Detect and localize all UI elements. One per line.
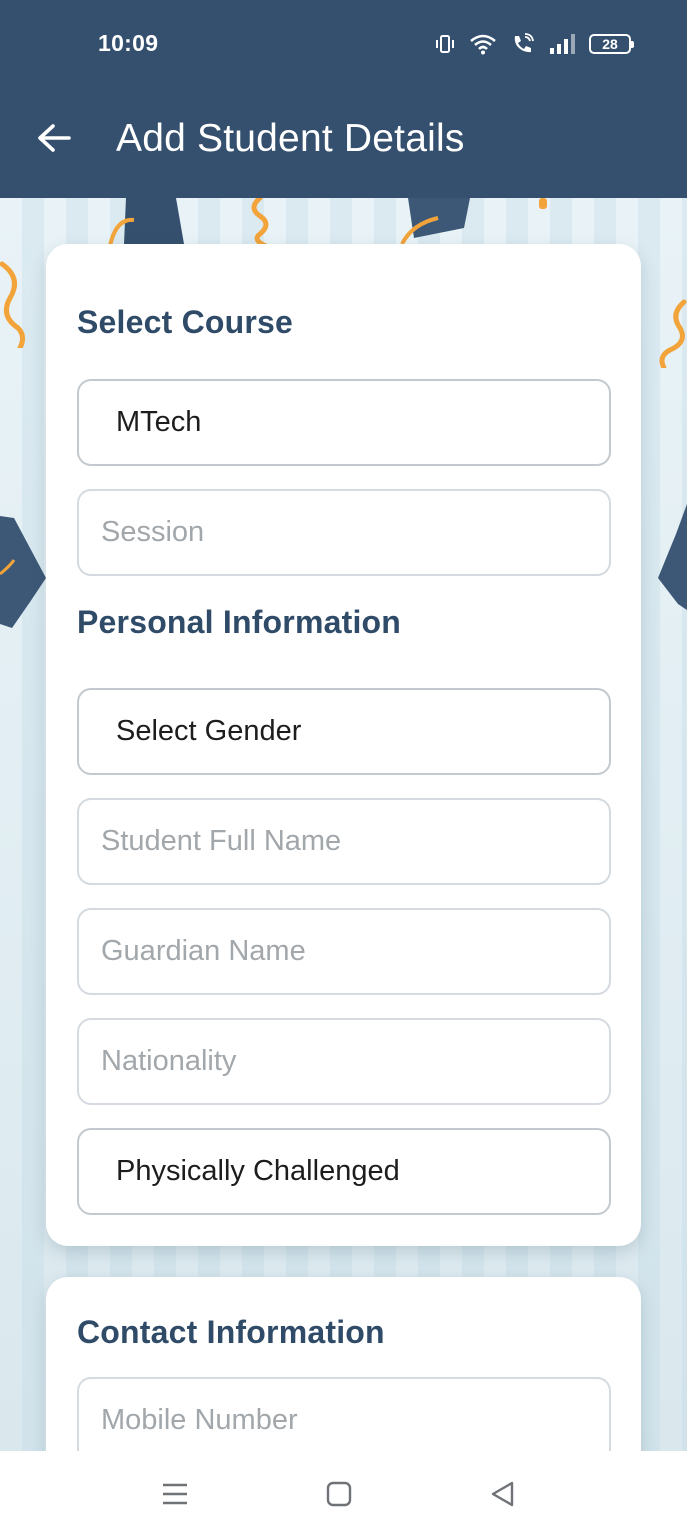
personal-information-heading: Personal Information [77, 604, 402, 640]
full-name-input[interactable] [79, 800, 609, 883]
guardian-name-input[interactable] [79, 910, 609, 993]
gender-select[interactable]: Select Gender [77, 688, 611, 775]
signal-icon [549, 34, 575, 54]
nationality-input[interactable] [79, 1020, 609, 1103]
system-back-button[interactable] [486, 1479, 520, 1509]
full-name-field[interactable] [77, 798, 611, 885]
back-triangle-icon [491, 1481, 514, 1507]
session-field[interactable] [77, 489, 611, 576]
graduation-cap-icon [400, 198, 470, 245]
system-nav-bar [0, 1451, 687, 1536]
guardian-name-field[interactable] [77, 908, 611, 995]
confetti-ribbon-icon [251, 198, 269, 246]
status-time: 10:09 [98, 30, 159, 56]
status-bar: 10:09 28 [0, 0, 687, 90]
course-select-value: MTech [116, 406, 202, 438]
confetti-dot-icon [539, 198, 547, 209]
mobile-number-input[interactable] [79, 1379, 609, 1451]
battery-icon: 28 [589, 34, 634, 54]
page-title: Add Student Details [116, 117, 465, 160]
session-input[interactable] [79, 491, 609, 574]
wifi-icon [469, 33, 497, 55]
course-select[interactable]: MTech [77, 379, 611, 466]
menu-icon [163, 1483, 187, 1505]
app-bar: Add Student Details [0, 90, 687, 198]
physically-challenged-select[interactable]: Physically Challenged [77, 1128, 611, 1215]
physically-challenged-value: Physically Challenged [116, 1155, 400, 1187]
wifi-calling-icon [511, 33, 535, 55]
gender-select-value: Select Gender [116, 715, 302, 747]
home-button[interactable] [322, 1479, 356, 1509]
home-square-icon [326, 1481, 352, 1507]
mobile-number-field[interactable] [77, 1377, 611, 1451]
form-scroll-area[interactable]: Select Course MTech Personal Information… [0, 198, 687, 1451]
nationality-field[interactable] [77, 1018, 611, 1105]
status-icons: 28 [435, 30, 634, 58]
graduation-cap-icon [658, 504, 687, 610]
back-button[interactable] [30, 114, 78, 162]
contact-information-card: Contact Information [46, 1277, 641, 1451]
confetti-ribbon-icon [659, 299, 687, 368]
graduation-cap-icon [0, 516, 46, 628]
graduation-cap-icon [108, 198, 184, 247]
contact-information-heading: Contact Information [77, 1314, 385, 1350]
vibrate-icon [435, 34, 455, 54]
student-details-card: Select Course MTech Personal Information… [46, 244, 641, 1246]
select-course-heading: Select Course [77, 304, 294, 340]
confetti-ribbon-icon [0, 261, 26, 348]
recent-apps-button[interactable] [158, 1479, 192, 1509]
arrow-left-icon [38, 124, 71, 152]
